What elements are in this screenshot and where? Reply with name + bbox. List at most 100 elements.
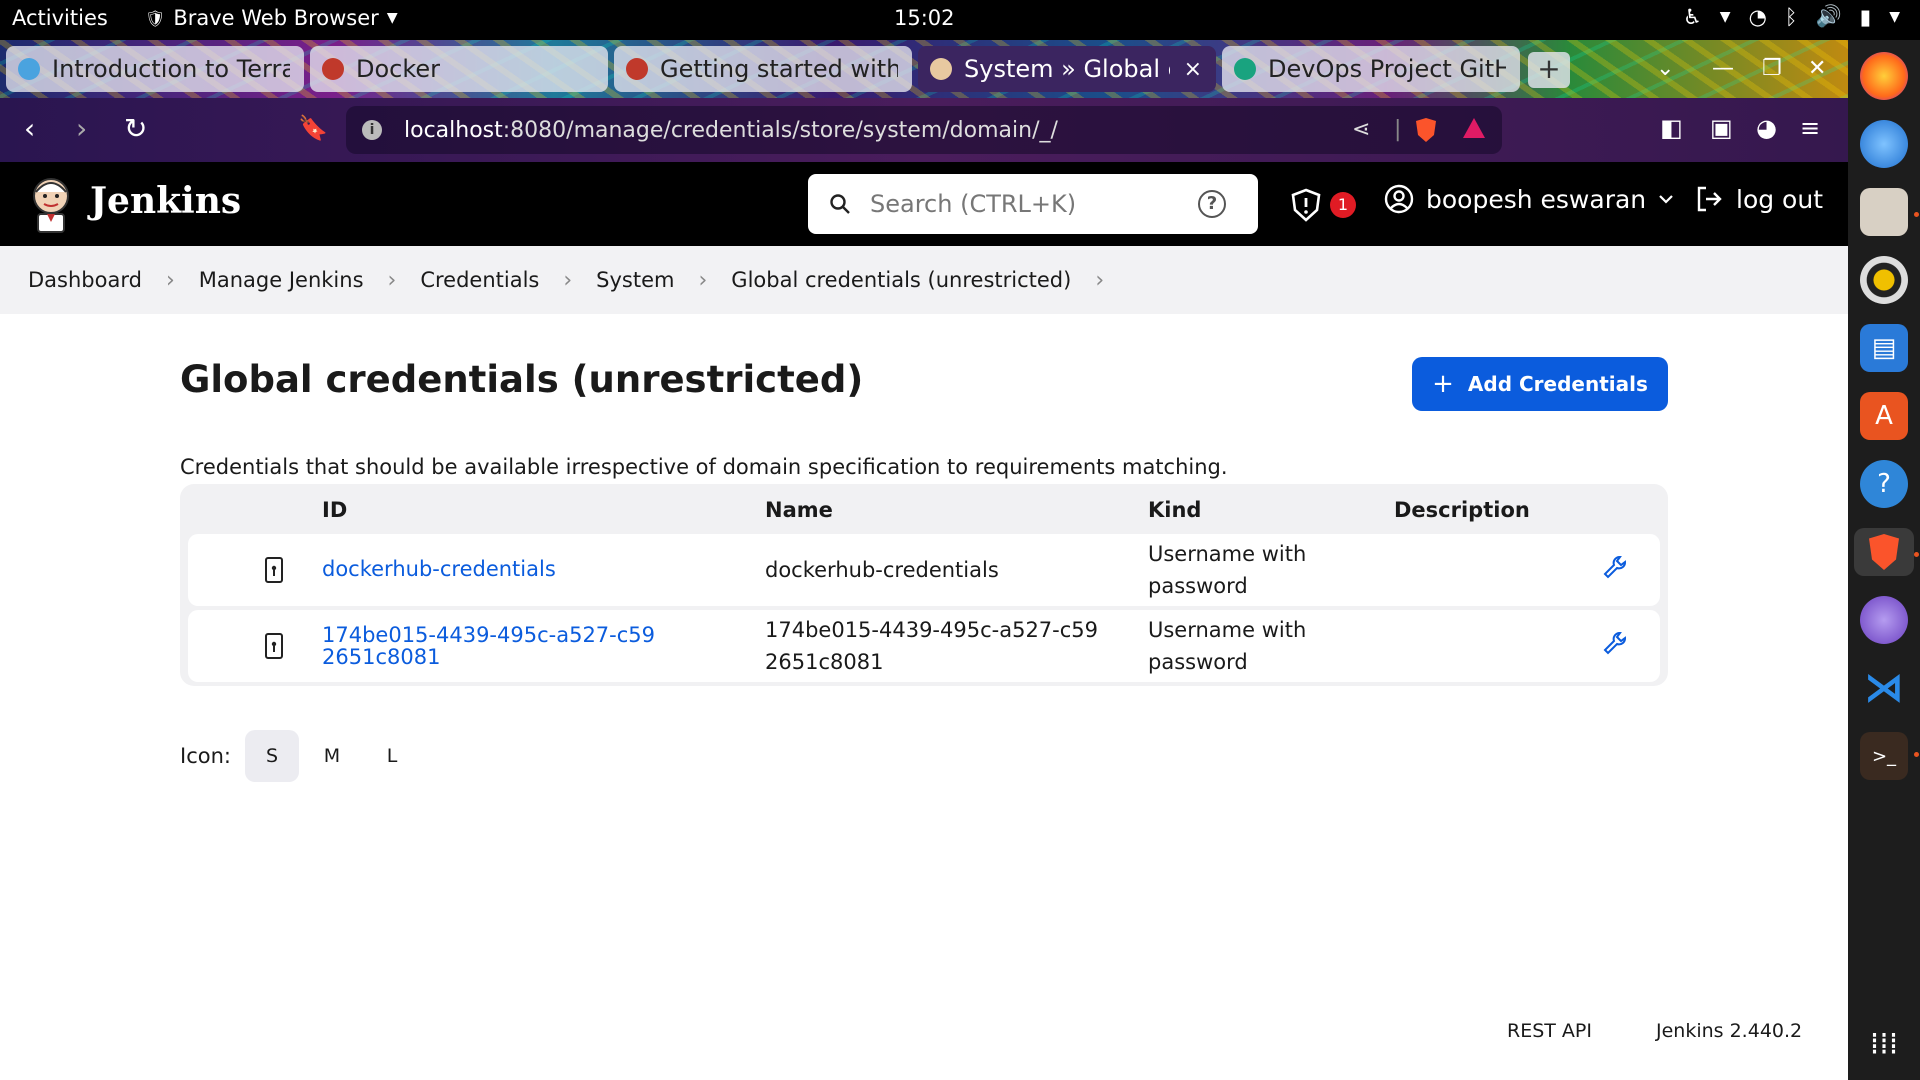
logout-link[interactable]: log out	[1694, 184, 1823, 214]
wrench-icon[interactable]	[1602, 554, 1628, 580]
vscode-icon[interactable]: ⋊	[1860, 664, 1908, 712]
column-header-kind[interactable]: Kind	[1148, 498, 1201, 522]
wifi-icon: ◔	[1748, 4, 1767, 29]
icon-size-small-button[interactable]: S	[244, 730, 299, 782]
tab-title: Docker	[356, 55, 441, 83]
minimize-icon[interactable]: —	[1712, 56, 1734, 81]
brave-shields-icon[interactable]	[1414, 117, 1438, 149]
jenkins-version[interactable]: Jenkins 2.440.2	[1656, 1020, 1802, 1042]
column-header-description[interactable]: Description	[1394, 498, 1530, 522]
credential-type-icon	[265, 557, 283, 583]
chevron-right-icon[interactable]: ›	[563, 268, 572, 293]
caret-down-icon: ▼	[1889, 8, 1900, 25]
reload-icon[interactable]: ↻	[124, 112, 147, 145]
url-host: localhost	[404, 117, 503, 143]
user-menu[interactable]: boopesh eswaran	[1384, 184, 1674, 214]
credential-id-link[interactable]: dockerhub-credentials	[322, 558, 556, 580]
security-alert-badge[interactable]: 1	[1330, 192, 1356, 218]
browser-globe-icon[interactable]	[1860, 596, 1908, 644]
battery-icon: ▮	[1859, 4, 1872, 29]
icon-size-large-button[interactable]: L	[365, 730, 419, 782]
maximize-icon[interactable]: ❐	[1762, 56, 1782, 81]
favicon-icon	[18, 58, 40, 80]
app-menu-label: Brave Web Browser	[173, 6, 379, 30]
firefox-icon[interactable]	[1860, 52, 1908, 100]
close-tab-icon[interactable]: ×	[1170, 57, 1202, 82]
wrench-icon[interactable]	[1602, 630, 1628, 656]
breadcrumb-manage-jenkins[interactable]: Manage Jenkins	[199, 268, 364, 292]
tab-introduction-to-terraform[interactable]: Introduction to Terra	[6, 46, 304, 92]
window-close-icon[interactable]: ✕	[1808, 56, 1826, 81]
tab-list-chevron-icon[interactable]: ⌄	[1656, 56, 1674, 81]
credential-id-link[interactable]: 174be015-4439-495c-a527-c592651c8081	[322, 624, 662, 668]
bookmark-icon[interactable]: 🔖	[298, 114, 328, 142]
add-credentials-label: Add Credentials	[1467, 372, 1648, 396]
icon-size-selector: Icon: S M L	[180, 730, 419, 782]
tab-title: Introduction to Terra	[52, 55, 290, 83]
share-icon[interactable]: ⋖	[1352, 117, 1370, 142]
wallet-icon[interactable]: ▣	[1710, 114, 1733, 142]
thunderbird-icon[interactable]	[1860, 120, 1908, 168]
search-icon	[830, 194, 850, 214]
breadcrumb-system[interactable]: System	[596, 268, 674, 292]
brave-rewards-icon[interactable]	[1462, 117, 1486, 145]
tab-devops-project-github[interactable]: DevOps Project GitH	[1222, 46, 1520, 92]
icon-size-medium-button[interactable]: M	[305, 730, 359, 782]
page-description: Credentials that should be available irr…	[180, 455, 1228, 479]
jenkins-title[interactable]: Jenkins	[90, 180, 241, 222]
search-box[interactable]: ?	[808, 174, 1258, 234]
url-text[interactable]: localhost:8080/manage/credentials/store/…	[404, 118, 1058, 143]
show-apps-grid-icon[interactable]: ⁞⁞⁞	[1860, 1020, 1908, 1068]
sidebar-toggle-icon[interactable]: ◧	[1660, 114, 1683, 142]
breadcrumb-dashboard[interactable]: Dashboard	[28, 268, 142, 292]
credentials-table: ID Name Kind Description dockerhub-crede…	[180, 484, 1668, 686]
breadcrumb-global-credentials[interactable]: Global credentials (unrestricted)	[731, 268, 1071, 292]
tab-system-global-credentials[interactable]: System » Global c ×	[918, 46, 1216, 92]
new-tab-button[interactable]: +	[1528, 52, 1570, 88]
menu-hamburger-icon[interactable]: ≡	[1800, 114, 1820, 142]
vpn-globe-icon[interactable]: ◕	[1756, 114, 1777, 142]
chevron-right-icon[interactable]: ›	[698, 268, 707, 293]
table-row: 174be015-4439-495c-a527-c592651c8081 174…	[188, 610, 1660, 682]
files-icon[interactable]	[1860, 188, 1908, 236]
writer-icon[interactable]: ▤	[1860, 324, 1908, 372]
search-input[interactable]	[868, 189, 1198, 219]
system-tray[interactable]: ♿ ▼ ◔ ᛒ 🔊 ▮ ▼	[1683, 4, 1900, 29]
chevron-right-icon[interactable]: ›	[166, 268, 175, 293]
browser-toolbar: ‹ › ↻ 🔖 i localhost:8080/manage/credenti…	[0, 98, 1848, 162]
credential-kind: Username with password	[1148, 542, 1307, 598]
accessibility-icon[interactable]: ♿	[1683, 5, 1702, 29]
running-indicator	[1914, 752, 1919, 757]
chevron-right-icon[interactable]: ›	[1095, 268, 1104, 293]
tab-docker[interactable]: Docker	[310, 46, 608, 92]
column-header-id[interactable]: ID	[322, 498, 347, 522]
breadcrumb: Dashboard › Manage Jenkins › Credentials…	[0, 246, 1848, 314]
address-bar[interactable]: i localhost:8080/manage/credentials/stor…	[346, 106, 1502, 154]
forward-arrow-icon[interactable]: ›	[76, 112, 87, 145]
rhythmbox-icon[interactable]	[1860, 256, 1908, 304]
add-credentials-button[interactable]: + Add Credentials	[1412, 357, 1668, 411]
app-center-icon[interactable]: A	[1860, 392, 1908, 440]
volume-icon: 🔊	[1815, 4, 1842, 28]
back-arrow-icon[interactable]: ‹	[24, 112, 35, 145]
tab-getting-started[interactable]: Getting started with	[614, 46, 912, 92]
app-menu[interactable]: 🛡 Brave Web Browser ▼	[145, 6, 398, 30]
jenkins-logo-icon[interactable]	[28, 174, 74, 234]
search-help-icon[interactable]: ?	[1198, 190, 1226, 218]
clock[interactable]: 15:02	[894, 6, 955, 30]
plus-icon: +	[1432, 369, 1454, 399]
site-info-icon[interactable]: i	[362, 120, 382, 140]
column-header-name[interactable]: Name	[765, 498, 833, 522]
rest-api-link[interactable]: REST API	[1507, 1020, 1592, 1042]
security-shield-icon[interactable]	[1290, 188, 1322, 222]
credential-name: dockerhub-credentials	[765, 558, 999, 582]
chevron-right-icon[interactable]: ›	[388, 268, 397, 293]
activities-button[interactable]: Activities	[12, 6, 108, 30]
terminal-icon[interactable]: >_	[1860, 732, 1908, 780]
logout-label: log out	[1736, 184, 1823, 214]
breadcrumb-credentials[interactable]: Credentials	[420, 268, 539, 292]
page-title: Global credentials (unrestricted)	[180, 358, 864, 401]
logout-icon	[1697, 186, 1722, 212]
brave-dock-icon[interactable]	[1854, 528, 1914, 576]
help-icon[interactable]: ?	[1860, 460, 1908, 508]
